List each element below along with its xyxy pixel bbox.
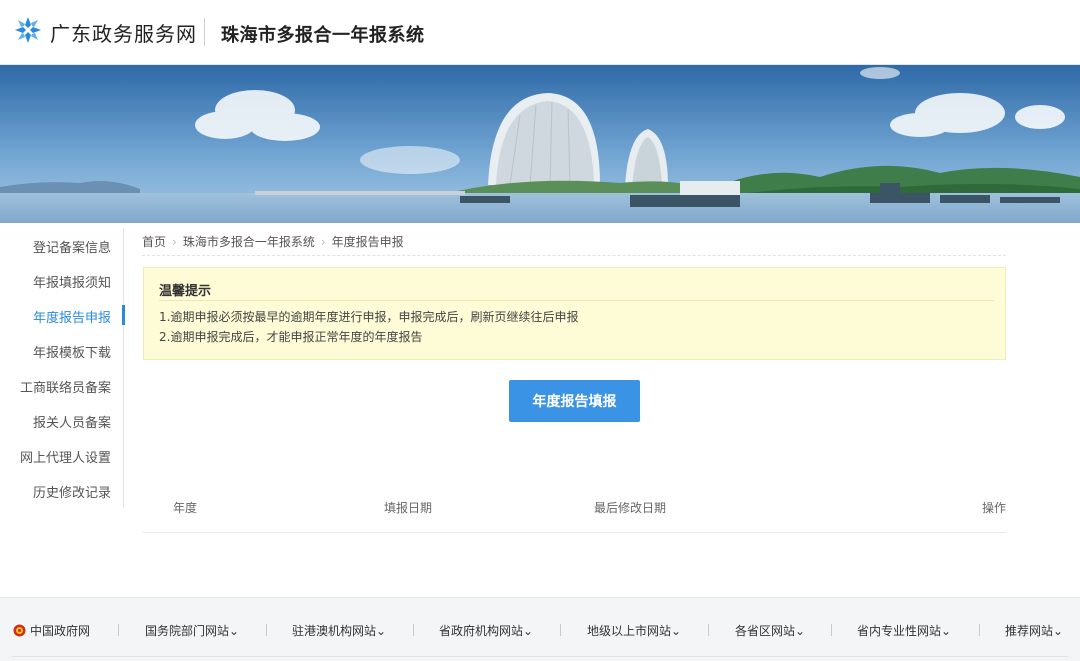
chevron-down-icon: ⌄ [941, 624, 952, 638]
fill-annual-report-button[interactable]: 年度报告填报 [509, 380, 640, 422]
column-header-year: 年度 [173, 501, 198, 515]
footer-link-provinces[interactable]: 各省区网站⌄ [735, 622, 805, 639]
notice-divider [159, 300, 994, 301]
footer-link-label: 省政府机构网站 [439, 624, 524, 638]
notice-title: 温馨提示 [159, 284, 212, 299]
chevron-right-icon: › [172, 235, 177, 249]
breadcrumb-home[interactable]: 首页 [142, 235, 166, 249]
sidebar-item-liaison-filing[interactable]: 工商联络员备案 [20, 377, 111, 396]
notice-box: 温馨提示 1.逾期申报必须按最早的逾期年度进行申报，申报完成后，刷新页继续往后申… [143, 267, 1006, 360]
sidebar-item-registration-info[interactable]: 登记备案信息 [33, 237, 111, 256]
footer-separator [831, 624, 832, 636]
table-divider [143, 532, 1006, 533]
gd-gov-logo-icon[interactable] [14, 16, 42, 44]
breadcrumb-divider [142, 255, 1006, 256]
site-header: 广东政务服务网 珠海市多报合一年报系统 [0, 0, 1080, 65]
footer-link-label: 省内专业性网站 [857, 624, 942, 638]
footer-links: 中国政府网 国务院部门网站⌄ 驻港澳机构网站⌄ 省政府机构网站⌄ 地级以上市网站… [0, 597, 1080, 661]
footer-separator [413, 624, 414, 636]
header-divider [204, 18, 205, 46]
chevron-right-icon: › [320, 235, 326, 249]
sidebar-item-template-download[interactable]: 年报模板下载 [33, 342, 111, 361]
sidebar-nav: 登记备案信息 年报填报须知 年度报告申报 年报模板下载 工商联络员备案 报关人员… [0, 228, 125, 508]
chevron-down-icon: ⌄ [1053, 624, 1064, 638]
sidebar-item-history[interactable]: 历史修改记录 [33, 482, 111, 501]
national-emblem-icon [13, 624, 26, 637]
notice-line: 1.逾期申报必须按最早的逾期年度进行申报，申报完成后，刷新页继续往后申报 [159, 310, 579, 324]
sidebar-item-online-agent[interactable]: 网上代理人设置 [20, 447, 111, 466]
sidebar-item-customs-personnel[interactable]: 报关人员备案 [33, 412, 111, 431]
sidebar-item-filing-notes[interactable]: 年报填报须知 [33, 272, 111, 291]
column-header-fill-date: 填报日期 [384, 501, 433, 515]
footer-link-label: 地级以上市网站 [587, 624, 672, 638]
footer-link-provincial-gov[interactable]: 省政府机构网站⌄ [439, 622, 533, 639]
footer-separator [560, 624, 561, 636]
footer-link-label: 驻港澳机构网站 [292, 624, 377, 638]
breadcrumb: 首页 › 珠海市多报合一年报系统 › 年度报告申报 [142, 233, 404, 250]
footer-link-label: 推荐网站 [1005, 624, 1054, 638]
footer-link-label: 中国政府网 [30, 624, 91, 638]
sidebar-item-annual-report[interactable]: 年度报告申报 [33, 307, 111, 326]
chevron-down-icon: ⌄ [523, 624, 534, 638]
column-header-actions: 操作 [982, 501, 1007, 515]
footer-separator [979, 624, 980, 636]
footer-separator [118, 624, 119, 636]
banner-image [0, 65, 1080, 223]
footer-link-china-gov[interactable]: 中国政府网 [13, 622, 90, 639]
chevron-down-icon: ⌄ [671, 624, 682, 638]
footer-divider [12, 656, 1068, 657]
footer-link-city-sites[interactable]: 地级以上市网站⌄ [587, 622, 681, 639]
system-name: 珠海市多报合一年报系统 [221, 25, 425, 46]
chevron-down-icon: ⌄ [376, 624, 387, 638]
footer-separator [266, 624, 267, 636]
footer-link-recommended[interactable]: 推荐网站⌄ [1005, 622, 1063, 639]
footer-link-label: 国务院部门网站 [145, 624, 230, 638]
column-header-last-modified: 最后修改日期 [594, 501, 667, 515]
breadcrumb-system[interactable]: 珠海市多报合一年报系统 [183, 235, 315, 249]
chevron-down-icon: ⌄ [795, 624, 806, 638]
footer-link-hk-macao[interactable]: 驻港澳机构网站⌄ [292, 622, 386, 639]
footer-link-state-council[interactable]: 国务院部门网站⌄ [145, 622, 239, 639]
site-name[interactable]: 广东政务服务网 [50, 18, 197, 47]
chevron-down-icon: ⌄ [229, 624, 240, 638]
notice-line: 2.逾期申报完成后，才能申报正常年度的年度报告 [159, 330, 423, 344]
footer-link-label: 各省区网站 [735, 624, 796, 638]
sidebar-active-indicator [122, 305, 125, 325]
footer-separator [708, 624, 709, 636]
footer-link-professional-sites[interactable]: 省内专业性网站⌄ [857, 622, 951, 639]
breadcrumb-current: 年度报告申报 [331, 235, 404, 249]
